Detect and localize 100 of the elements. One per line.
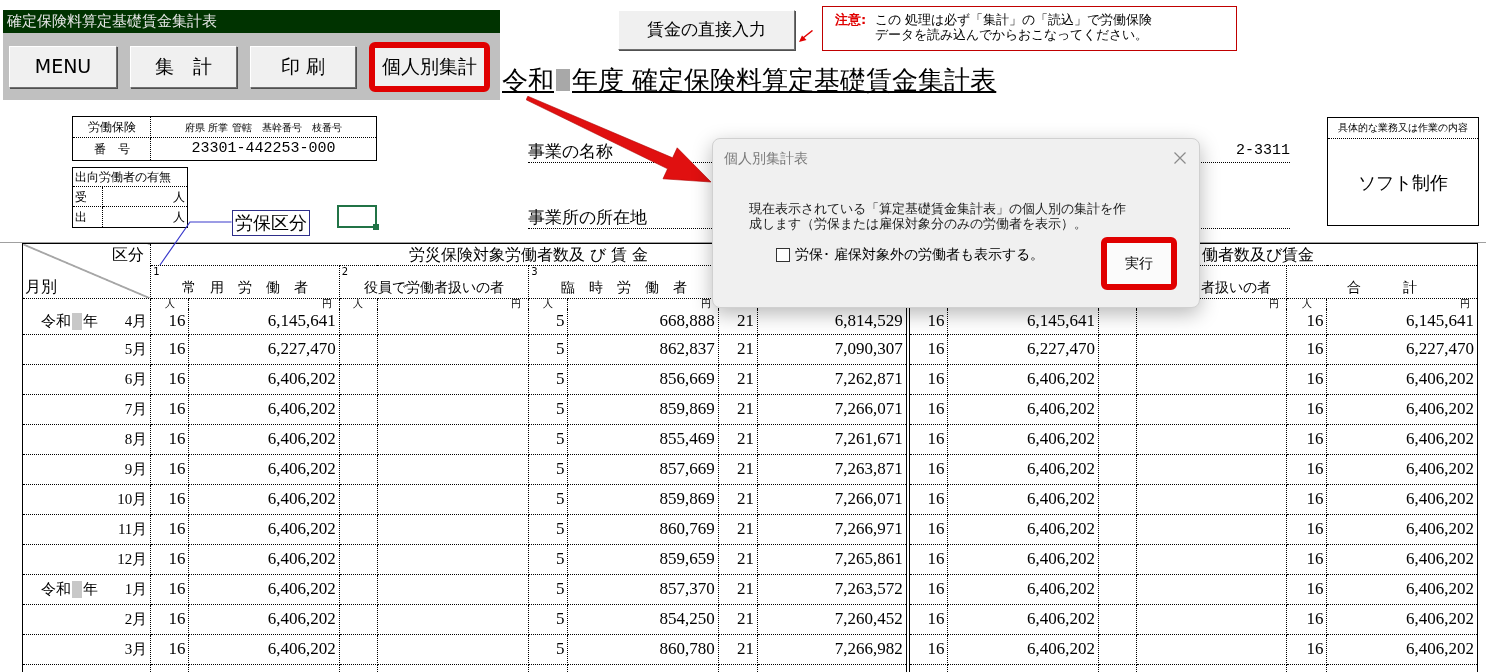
table-cell: 6,406,202: [947, 484, 1099, 514]
close-icon[interactable]: [1174, 152, 1186, 164]
era-label: 令和: [41, 312, 71, 332]
redaction-block: [72, 312, 82, 330]
table-cell: 出: [73, 207, 103, 227]
table-cell: 16: [1286, 309, 1327, 334]
sheet-title: 年度 確定保険料算定基礎賃金集計表: [572, 65, 997, 95]
table-cell: 862,837: [567, 334, 719, 364]
field-label: 事業所の所在地: [528, 206, 647, 228]
table-cell: 16: [150, 424, 189, 454]
table-cell: 21: [718, 484, 758, 514]
table-cell: 6,406,202: [188, 634, 340, 664]
column-number: 1: [153, 266, 160, 277]
unit-label: 円: [511, 299, 522, 309]
toolbar-button[interactable]: 印 刷: [250, 45, 356, 88]
checkbox-label[interactable]: 労保･ 雇保対象外の労働者も表示する。: [795, 246, 1045, 263]
redaction-block: [72, 580, 82, 598]
table-cell: 16: [150, 334, 189, 364]
table-cell: 16: [150, 454, 189, 484]
table-cell: 16: [907, 574, 948, 604]
redaction-block: [556, 69, 570, 91]
month-label: 1月: [124, 580, 148, 599]
unit-label: 円: [1460, 299, 1470, 309]
table-cell: 21: [718, 334, 758, 364]
table-cell: 21: [718, 604, 758, 634]
table-cell: 21: [718, 634, 758, 664]
table-cell: 21: [718, 309, 758, 334]
table-cell: 857,669: [567, 454, 719, 484]
table-cell: 6,406,202: [947, 604, 1099, 634]
unit-label: 円: [1269, 299, 1280, 309]
table-cell: 5: [528, 484, 568, 514]
table-cell: 16: [1286, 424, 1327, 454]
toolbar-button[interactable]: MENU: [9, 45, 117, 88]
table-cell: 労働保険: [73, 117, 151, 138]
table-cell: 5: [528, 634, 568, 664]
column-header: 合 計: [1347, 278, 1418, 297]
unit-label: 人: [1301, 299, 1312, 309]
table-cell: 16: [150, 574, 189, 604]
table-cell: 16: [1286, 484, 1327, 514]
table-cell: 21: [718, 394, 758, 424]
table-cell: 16: [150, 484, 189, 514]
group-header: 働者数及び賃金: [1201, 244, 1314, 265]
month-label: 4月: [124, 312, 148, 332]
unit-label: 円: [321, 299, 332, 309]
table-cell: 668,888: [567, 309, 719, 334]
field-value: 2-3311: [1236, 141, 1290, 161]
table-cell: 6,145,641: [947, 309, 1099, 334]
column-header: 臨 時 労 働 者: [560, 278, 687, 297]
table-cell: 21: [718, 544, 758, 574]
table-cell: 番 号: [73, 138, 151, 160]
corner-label: 区分: [112, 244, 145, 266]
arrow-icon: [799, 30, 813, 42]
table-cell: 6,406,202: [947, 424, 1099, 454]
table-cell: 16: [1286, 454, 1327, 484]
table-cell: 府県 所掌 管轄 基幹番号 枝番号: [151, 117, 376, 138]
table-cell: 16: [907, 514, 948, 544]
table-cell: 16: [1286, 634, 1327, 664]
direct-input-button[interactable]: 賃金の直接入力: [618, 10, 795, 50]
table-cell-text: 人: [172, 209, 186, 226]
table-cell: 6,406,202: [947, 634, 1099, 664]
table-cell: 16: [1286, 604, 1327, 634]
table-cell: 859,869: [567, 394, 719, 424]
table-cell: 6,406,202: [947, 394, 1099, 424]
table-cell: 16: [1286, 514, 1327, 544]
month-label: 6月: [124, 370, 148, 389]
table-cell: 16: [150, 309, 189, 334]
table-cell: 5: [528, 454, 568, 484]
cell-selection-frame: [337, 205, 379, 230]
toolbar-title: 確定保険料算定基礎賃金集計表: [3, 10, 500, 33]
column-number: 3: [531, 266, 538, 277]
table-cell: 5: [528, 364, 568, 394]
notice-text: この 処理は必ず「集計」の「読込」で労働保険 データを読み込んでからおこなってください。: [875, 12, 1153, 42]
column-header: 者扱いの者: [1200, 278, 1271, 297]
run-button[interactable]: 実行: [1101, 237, 1177, 290]
table-cell: 16: [907, 454, 948, 484]
checkbox[interactable]: [776, 248, 790, 262]
table-cell: 855,469: [567, 424, 719, 454]
table-cell: 16: [907, 424, 948, 454]
table-cell: 16: [907, 394, 948, 424]
table-cell: 21: [718, 454, 758, 484]
unit-label: 人: [543, 299, 554, 309]
table-cell: 6,406,202: [947, 544, 1099, 574]
toolbar-button[interactable]: 集 計: [130, 45, 237, 88]
field-label: 事業の名称: [528, 140, 613, 162]
unit-label: 人: [164, 299, 175, 309]
table-cell: 16: [907, 484, 948, 514]
table-cell: 854,250: [567, 604, 719, 634]
table-cell: 受: [73, 187, 103, 207]
toolbar-button[interactable]: 個人別集計: [369, 41, 490, 92]
table-cell: 6,145,641: [188, 309, 340, 334]
table-cell: 16: [907, 634, 948, 664]
table-cell: 16: [150, 544, 189, 574]
table-cell: 6,406,202: [188, 364, 340, 394]
month-label: 12月: [117, 550, 148, 569]
table-cell-text: 23301-442253-000: [190, 138, 337, 159]
table-cell: 人: [103, 187, 187, 207]
category-label: 労保区分: [232, 210, 310, 236]
table-cell: 857,370: [567, 574, 719, 604]
title-era: 令和: [502, 65, 554, 95]
table-cell: 5: [528, 394, 568, 424]
